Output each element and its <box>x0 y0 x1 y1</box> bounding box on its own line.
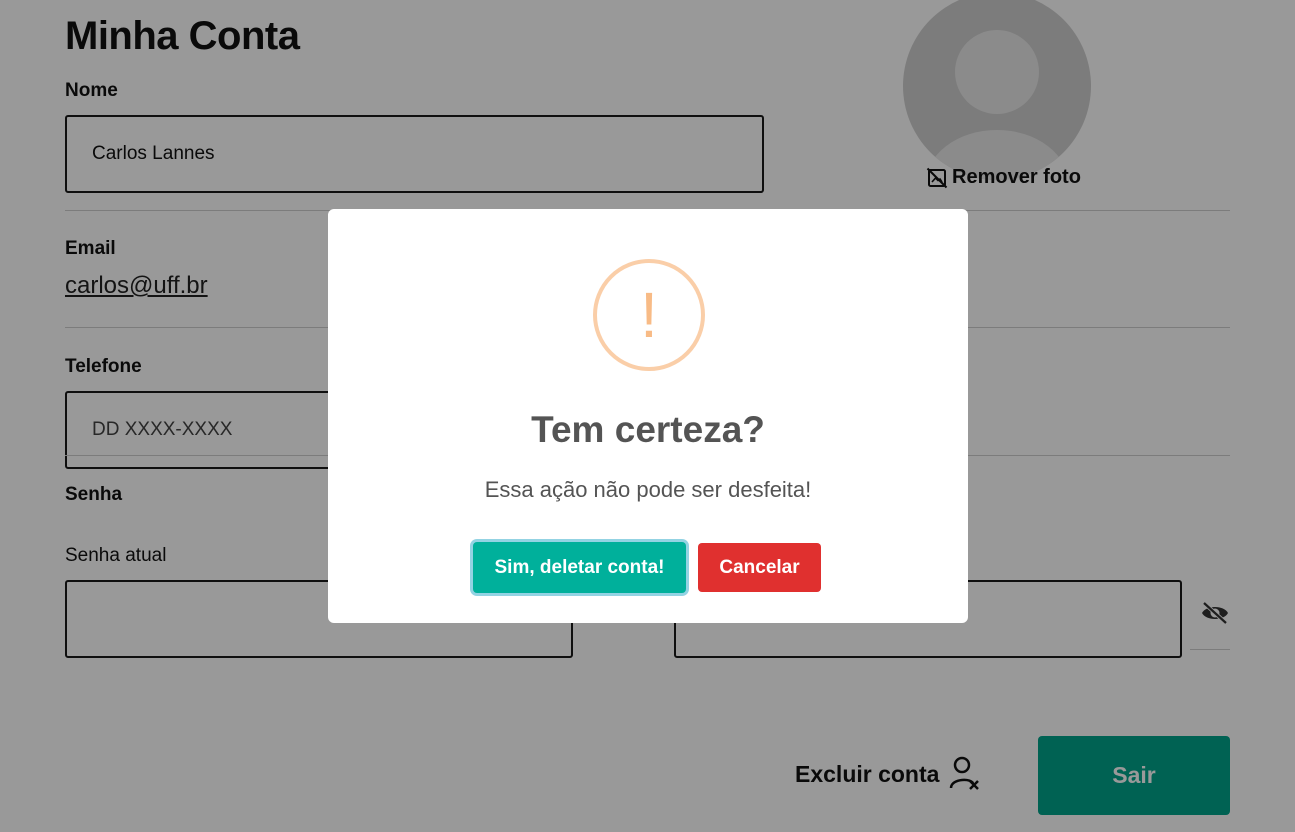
confirm-delete-button[interactable]: Sim, deletar conta! <box>473 542 686 593</box>
warning-icon: ! <box>593 259 705 371</box>
dialog-text: Essa ação não pode ser desfeita! <box>484 477 812 502</box>
warning-exclamation-mark: ! <box>640 279 658 351</box>
cancel-button[interactable]: Cancelar <box>698 543 821 592</box>
confirm-dialog: ! Tem certeza? Essa ação não pode ser de… <box>328 209 968 623</box>
dialog-title: Tem certeza? <box>531 409 765 450</box>
